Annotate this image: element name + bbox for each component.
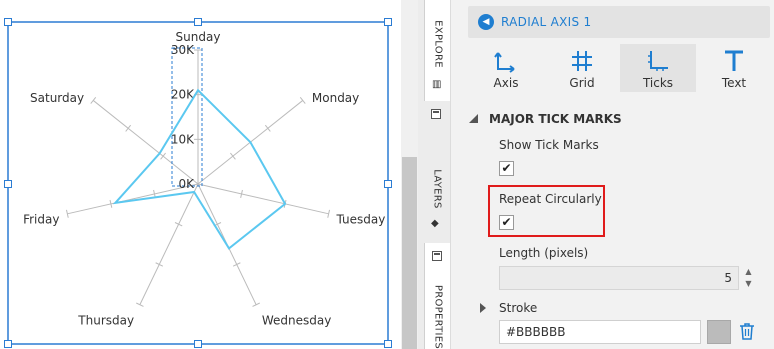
resize-handle <box>384 340 392 348</box>
tick-mark <box>232 262 241 267</box>
resize-handle <box>384 180 392 188</box>
radial-tick-label: 10K <box>171 132 195 146</box>
radial-tick-label: 30K <box>171 43 195 57</box>
category-label: Wednesday <box>262 313 331 327</box>
axis-line <box>197 183 329 215</box>
radial-tick-label: 0K <box>178 177 195 191</box>
repeat-circularly-label: Repeat Circularly <box>499 192 602 206</box>
scrollbar-thumb[interactable] <box>402 157 417 349</box>
tick-mark <box>160 152 166 160</box>
spin-up-icon[interactable]: ▲ <box>740 266 757 278</box>
back-arrow-icon[interactable]: ◀ <box>478 14 494 30</box>
tab-axis-label: Axis <box>493 76 519 90</box>
breadcrumb[interactable]: ◀ RADIAL AXIS 1 <box>468 6 770 38</box>
repeat-circularly-checkbox[interactable]: ✔ <box>499 215 514 230</box>
radar-chart[interactable]: 0K10K20K30KSundayMondayTuesdayWednesdayT… <box>0 0 404 349</box>
tick-mark <box>252 302 260 307</box>
stroke-color-input[interactable]: #BBBBBB <box>499 320 701 344</box>
layers-icon: ◆ <box>431 218 439 229</box>
stroke-label: Stroke <box>499 301 538 315</box>
property-tabs: Axis Grid Ticks Text <box>468 44 770 92</box>
category-label: Monday <box>312 91 359 105</box>
tab-properties-label: PROPERTIES <box>432 284 443 349</box>
length-input[interactable]: 5 <box>499 266 739 290</box>
tab-layers[interactable]: LAYERS ◆ <box>424 101 450 239</box>
tick-mark <box>90 97 97 104</box>
tick-mark <box>136 302 144 307</box>
tick-mark <box>264 124 271 132</box>
resize-handle <box>4 18 12 26</box>
tick-mark <box>230 152 236 160</box>
section-title: MAJOR TICK MARKS <box>489 112 622 126</box>
breadcrumb-title: RADIAL AXIS 1 <box>501 15 592 29</box>
tick-mark <box>174 222 183 227</box>
category-label: Sunday <box>176 30 221 44</box>
window-icon <box>431 109 441 119</box>
side-tab-strip: EXPLORE ▥ LAYERS ◆ PROPERTIES <box>424 0 450 349</box>
trash-icon[interactable] <box>739 322 755 340</box>
tab-layers-label: LAYERS <box>431 169 443 209</box>
category-label: Saturday <box>30 91 84 105</box>
tick-mark <box>125 124 132 132</box>
tab-ticks-label: Ticks <box>642 76 674 90</box>
ticks-icon <box>648 51 668 71</box>
tick-mark <box>155 262 164 267</box>
show-tick-marks-checkbox[interactable]: ✔ <box>499 161 514 176</box>
category-label: Friday <box>23 213 59 227</box>
resize-handle <box>4 180 12 188</box>
axis-line <box>139 183 199 305</box>
axis-icon <box>494 52 515 73</box>
tab-explore[interactable]: EXPLORE ▥ <box>424 0 450 101</box>
collapse-caret-icon[interactable] <box>469 114 478 123</box>
tab-grid[interactable]: Grid <box>544 44 620 92</box>
resize-handle <box>194 340 202 348</box>
length-label: Length (pixels) <box>499 246 589 260</box>
window-icon <box>432 251 442 261</box>
dashboard-canvas[interactable]: 0K 10K 20K 30K Sunday Monday Tuesday Wednesday T… <box>0 0 404 349</box>
tab-properties[interactable]: PROPERTIES <box>424 243 450 349</box>
tab-grid-label: Grid <box>569 76 595 90</box>
tab-axis[interactable]: Axis <box>468 44 544 92</box>
show-tick-marks-label: Show Tick Marks <box>499 138 599 152</box>
series-line <box>112 88 287 250</box>
text-icon <box>725 50 743 71</box>
spin-down-icon[interactable]: ▼ <box>740 278 757 290</box>
resize-handle <box>4 340 12 348</box>
tab-ticks[interactable]: Ticks <box>620 44 696 92</box>
tab-text[interactable]: Text <box>696 44 772 92</box>
grid-icon <box>572 51 592 71</box>
stroke-color-swatch[interactable] <box>707 320 731 344</box>
category-label: Tuesday <box>336 213 386 227</box>
tick-mark <box>299 97 306 104</box>
properties-panel: ◀ RADIAL AXIS 1 Axis Grid Ticks Text MAJ… <box>450 0 774 349</box>
explore-icon: ▥ <box>432 79 442 90</box>
category-label: Thursday <box>77 313 134 327</box>
expand-caret-icon[interactable] <box>480 303 486 313</box>
resize-handle <box>194 18 202 26</box>
resize-handle <box>384 18 392 26</box>
tab-text-label: Text <box>721 76 747 90</box>
tab-explore-label: EXPLORE <box>432 20 443 68</box>
